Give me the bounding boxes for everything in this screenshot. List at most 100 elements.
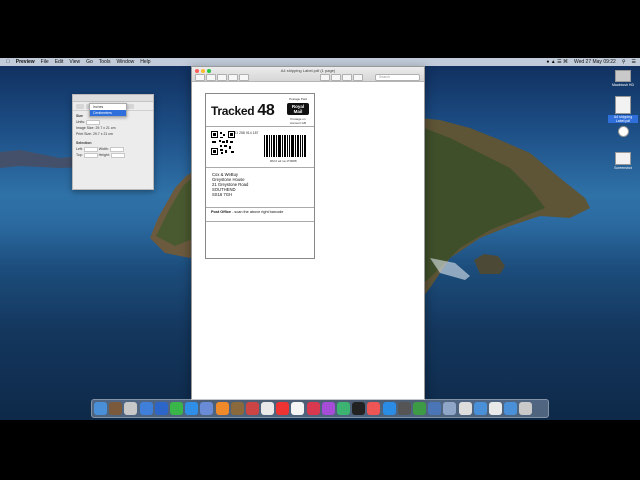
post-office-note: Post Office - scan the above right barco… — [206, 208, 314, 222]
dock-app-icon[interactable] — [215, 402, 229, 415]
zoom-out-button[interactable] — [217, 74, 227, 81]
window-title: A4 shipping Label.pdf (1 page) — [280, 68, 336, 73]
dock-app-icon[interactable] — [169, 402, 183, 415]
dock-app-icon[interactable] — [352, 402, 366, 415]
label-header: Tracked 48 Postage Paid Royal Mail Posta… — [206, 94, 314, 127]
postage-account-text: Postage on Account GB — [289, 117, 306, 125]
print-size-label: Print Size: — [76, 132, 92, 136]
menu-preview[interactable]: Preview — [16, 59, 35, 65]
dock-app-icon[interactable] — [337, 402, 350, 415]
dock-app-icon[interactable] — [154, 402, 168, 415]
address-line: SS16 7GH — [212, 192, 233, 197]
markup-toolbar-button[interactable] — [353, 74, 363, 81]
size-label: Size — [76, 114, 84, 118]
post-office-label: Post Office — [211, 210, 232, 214]
desktop-icon-item[interactable] — [608, 126, 638, 138]
tab-general[interactable] — [76, 103, 84, 109]
height-label: Height: — [98, 153, 110, 157]
dock-app-icon[interactable] — [306, 402, 320, 415]
width-field[interactable] — [109, 146, 124, 152]
search-icon[interactable]: ⚲ — [622, 59, 626, 65]
label-codes: DL-002 213 4001 258 914 187 — [206, 127, 314, 168]
toolbar-left — [195, 74, 250, 81]
desktop-icon-pdf[interactable]: A4 shipping Label.pdf — [608, 96, 638, 123]
menu-bar:  Preview File Edit View Go Tools Window… — [0, 58, 640, 66]
barcode — [264, 135, 306, 157]
dock-app-icon[interactable] — [473, 402, 487, 415]
desktop-icon-screenshot[interactable]: Screenshot — [608, 152, 638, 170]
dock-app-icon[interactable] — [321, 402, 335, 415]
clock[interactable]: Wed 27 May 09:22 — [574, 59, 616, 65]
dock-app-icon[interactable] — [291, 402, 305, 415]
barcode-number: RM 0 a2 1a 1T0088 — [270, 159, 297, 163]
sidebar-toggle-button[interactable] — [195, 74, 205, 81]
units-option-centimeters[interactable]: Centimeters — [90, 110, 126, 116]
menu-file[interactable]: File — [41, 59, 49, 65]
dock-app-icon[interactable] — [200, 402, 214, 415]
width-label: Width: — [98, 147, 109, 151]
dock-app-icon[interactable] — [185, 402, 199, 415]
dock-app-icon[interactable] — [382, 402, 396, 415]
desktop-icon-label: Screenshot — [614, 166, 632, 170]
units-select[interactable] — [85, 119, 100, 125]
menu-go[interactable]: Go — [86, 59, 93, 65]
dock-app-icon[interactable] — [443, 402, 457, 415]
dock-app-icon[interactable] — [367, 402, 381, 415]
royal-mail-block: Postage Paid Royal Mail Postage on Accou… — [287, 97, 309, 125]
dock-app-icon[interactable] — [458, 402, 472, 415]
desktop-icon-hd[interactable]: Macintosh HD — [608, 70, 638, 87]
tab-annotations[interactable] — [126, 103, 134, 109]
qr-code — [211, 131, 235, 155]
shipping-label: Tracked 48 Postage Paid Royal Mail Posta… — [205, 93, 315, 259]
dock-app-icon[interactable] — [412, 402, 426, 415]
dock-app-icon[interactable] — [276, 402, 290, 415]
menu-window[interactable]: Window — [116, 59, 134, 65]
dock-app-icon[interactable] — [397, 402, 411, 415]
postage-paid-text: Postage Paid — [289, 97, 307, 101]
rotate-button[interactable] — [342, 74, 352, 81]
service-name: Tracked — [211, 104, 255, 118]
search-input[interactable]: Search — [375, 74, 420, 81]
markup-pen-button[interactable] — [320, 74, 330, 81]
menu-help[interactable]: Help — [140, 59, 150, 65]
hard-drive-icon — [615, 70, 631, 82]
dock-app-icon[interactable] — [245, 402, 259, 415]
dock-app-icon[interactable] — [109, 402, 123, 415]
zoom-in-button[interactable] — [228, 74, 238, 81]
menu-list-icon[interactable]: ☰ — [632, 59, 636, 65]
print-size-value: 29.7 x 21 cm — [92, 132, 113, 136]
height-field[interactable] — [110, 152, 125, 158]
menu-view[interactable]: View — [69, 59, 80, 65]
markup-menu-button[interactable] — [331, 74, 341, 81]
status-area: ● ▲ ☰ ⌘ Wed 27 May 09:22 ⚲ ☰ — [540, 58, 636, 66]
info-button[interactable] — [206, 74, 216, 81]
menu-edit[interactable]: Edit — [55, 59, 64, 65]
dock-app-icon[interactable] — [124, 402, 138, 415]
dock-app-icon[interactable] — [261, 402, 275, 415]
dock-app-icon[interactable] — [504, 402, 518, 415]
inspector-titlebar[interactable] — [73, 95, 153, 102]
service-number: 48 — [257, 102, 275, 119]
dock-app-icon[interactable] — [139, 402, 153, 415]
inspector-panel: Size Units: Image Size: 29.7 x 21 cm Pri… — [72, 94, 154, 190]
dock-app-icon[interactable] — [230, 402, 244, 415]
dock-app-icon[interactable] — [428, 402, 442, 415]
menu-tools[interactable]: Tools — [99, 59, 111, 65]
status-icons[interactable]: ● ▲ ☰ ⌘ — [546, 59, 568, 65]
pdf-file-icon — [615, 96, 631, 114]
selection-label: Selection — [76, 141, 92, 145]
share-button[interactable] — [239, 74, 249, 81]
image-size-value: 29.7 x 21 cm — [95, 126, 116, 130]
apple-menu-icon[interactable]:  — [6, 59, 10, 65]
service-title: Tracked 48 — [211, 102, 275, 120]
desktop-icon-label: Macintosh HD — [612, 83, 634, 87]
delivery-address: Cox & WeBuy Greystone House 21 Greystone… — [206, 168, 314, 208]
top-field[interactable] — [83, 152, 98, 158]
window-titlebar[interactable]: A4 shipping Label.pdf (1 page) Search — [192, 67, 424, 82]
dock — [91, 399, 549, 418]
app-icon — [617, 126, 629, 137]
left-field[interactable] — [83, 146, 98, 152]
dock-app-icon[interactable] — [94, 402, 107, 415]
dock-app-icon[interactable] — [488, 402, 502, 415]
dock-app-icon[interactable] — [519, 402, 533, 415]
